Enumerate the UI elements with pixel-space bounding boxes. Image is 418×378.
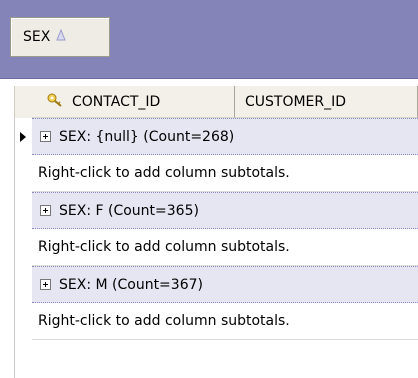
row-indicator-header [14, 86, 33, 118]
expand-plus-icon[interactable] [40, 279, 51, 290]
column-header-label: CUSTOMER_ID [245, 93, 347, 110]
group-footer-row[interactable]: Right-click to add column subtotals. [32, 155, 418, 192]
group-footer-row[interactable]: Right-click to add column subtotals. [32, 229, 418, 266]
grid-left-border [14, 118, 15, 378]
row-indicator-current [14, 118, 32, 155]
expand-plus-icon[interactable] [40, 205, 51, 216]
group-footer-label: Right-click to add column subtotals. [38, 165, 290, 181]
group-row[interactable]: SEX: M (Count=367) [32, 266, 418, 303]
group-footer-label: Right-click to add column subtotals. [38, 313, 290, 329]
key-icon [46, 92, 64, 112]
column-header-label: CONTACT_ID [72, 93, 161, 110]
current-row-arrow-icon [20, 131, 26, 142]
group-by-chip-sex[interactable]: SEX [10, 17, 110, 57]
group-row-label: SEX: M (Count=367) [59, 276, 203, 293]
group-row[interactable]: SEX: {null} (Count=268) [32, 118, 418, 155]
group-row-label: SEX: {null} (Count=268) [59, 128, 235, 145]
sort-ascending-icon [56, 28, 67, 45]
column-header-contact-id[interactable]: CONTACT_ID [32, 86, 235, 118]
group-by-panel: SEX [0, 0, 418, 79]
column-header-customer-id[interactable]: CUSTOMER_ID [235, 86, 418, 118]
group-by-chip-label: SEX [23, 29, 51, 45]
column-header-row: CONTACT_ID CUSTOMER_ID [0, 86, 418, 118]
group-footer-label: Right-click to add column subtotals. [38, 239, 290, 255]
group-footer-row[interactable]: Right-click to add column subtotals. [32, 303, 418, 340]
expand-plus-icon[interactable] [40, 131, 51, 142]
group-row-label: SEX: F (Count=365) [59, 202, 199, 219]
group-row[interactable]: SEX: F (Count=365) [32, 192, 418, 229]
data-grid: CONTACT_ID CUSTOMER_ID SEX: {null} (Coun… [0, 78, 418, 378]
